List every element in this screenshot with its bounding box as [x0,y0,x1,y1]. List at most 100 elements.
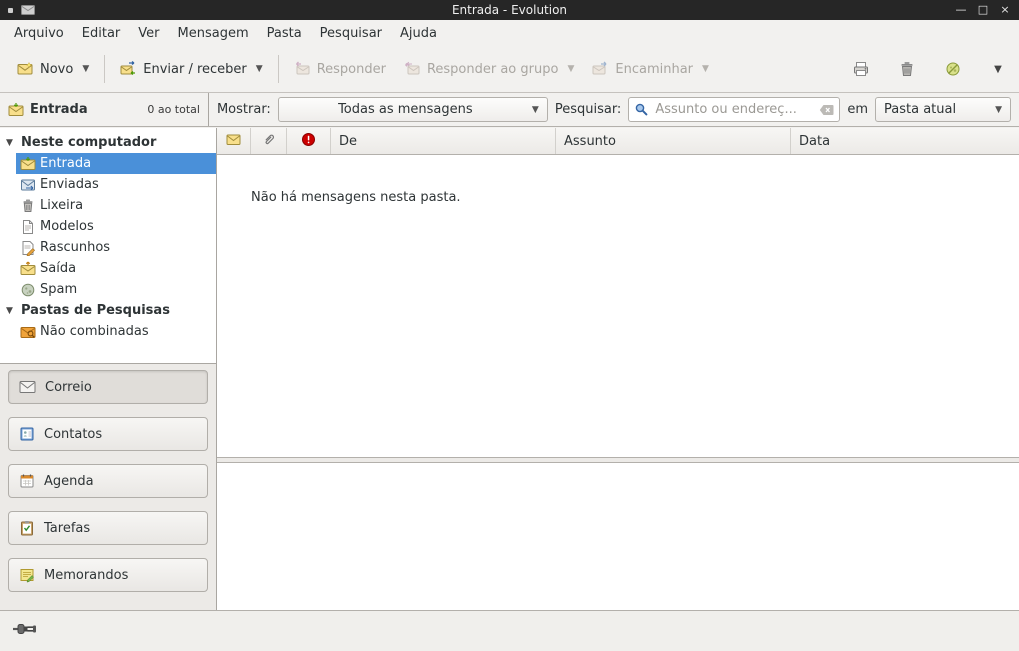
reply-all-icon [404,61,420,77]
menu-pesquisar[interactable]: Pesquisar [312,23,390,44]
switcher-tasks-button[interactable]: Tarefas [8,511,208,545]
close-button[interactable]: × [997,1,1013,19]
toolbar-overflow-button[interactable]: ▼ [985,54,1011,84]
folder-spam[interactable]: Spam [16,279,216,300]
delete-button[interactable] [889,52,925,86]
new-button-label: Novo [40,62,73,77]
folder-enviadas[interactable]: Enviadas [16,174,216,195]
switcher-calendar-button[interactable]: Agenda [8,464,208,498]
clear-search-icon[interactable] [819,104,834,116]
folder-label: Não combinadas [40,324,149,339]
reply-label: Responder [317,62,386,77]
print-button[interactable] [843,52,879,86]
spam-icon [20,282,36,298]
inbox-icon [20,156,36,172]
column-from[interactable]: De [331,128,556,154]
switcher-memos-button[interactable]: Memorandos [8,558,208,592]
chevron-down-icon[interactable]: ▼ [256,64,263,74]
folder-label: Rascunhos [40,240,110,255]
forward-button[interactable]: Encaminhar ▼ [583,54,718,84]
tree-group-search-folders[interactable]: ▼ Pastas de Pesquisas [0,300,216,321]
folder-saida[interactable]: Saída [16,258,216,279]
send-receive-label: Enviar / receber [143,62,247,77]
reply-group-button[interactable]: Responder ao grupo ▼ [395,54,583,84]
menu-ajuda[interactable]: Ajuda [392,23,445,44]
show-filter-dropdown[interactable]: Todas as mensagens ▼ [278,97,548,122]
trash-icon [20,198,36,214]
reply-group-label: Responder ao grupo [427,62,559,77]
switcher-label: Memorandos [44,568,128,583]
content-area: ▼ Neste computador Entrada Enviadas [0,128,1019,610]
column-important[interactable] [287,128,331,154]
folder-rascunhos[interactable]: Rascunhos [16,237,216,258]
switcher-label: Correio [45,380,92,395]
folder-nao-combinadas[interactable]: Não combinadas [16,321,216,342]
switcher-mail-button[interactable]: Correio [8,370,208,404]
expander-icon[interactable]: ▼ [6,138,16,148]
search-icon[interactable] [634,102,649,117]
folder-modelos[interactable]: Modelos [16,216,216,237]
column-date[interactable]: Data [791,128,1019,154]
chevron-down-icon[interactable]: ▼ [567,64,574,74]
reply-button[interactable]: Responder [285,54,395,84]
column-subject[interactable]: Assunto [556,128,791,154]
menu-mensagem[interactable]: Mensagem [170,23,257,44]
in-label: em [847,102,868,117]
document-icon [20,219,36,235]
folder-entrada[interactable]: Entrada [16,153,216,174]
chevron-down-icon: ▼ [532,105,539,115]
new-button[interactable]: Novo ▼ [8,54,98,84]
view-switcher: Correio Contatos Agenda [0,364,216,610]
calendar-icon [19,473,35,489]
important-icon [301,132,316,151]
search-scope-dropdown[interactable]: Pasta atual ▼ [875,97,1011,122]
online-status-button[interactable] [12,620,46,642]
column-attachment[interactable] [251,128,287,154]
memos-icon [19,567,35,583]
menu-pasta[interactable]: Pasta [259,23,310,44]
folder-label: Entrada [40,156,91,171]
printer-icon [852,60,870,78]
filterbar: Entrada 0 ao total Mostrar: Todas as men… [0,92,1019,127]
window-controls: — □ × [949,1,1019,19]
outbox-icon [20,261,36,277]
toolbar-separator [278,55,279,83]
toolbar: Novo ▼ Enviar / receber ▼ Responder Resp… [0,46,1019,92]
chevron-down-icon: ▼ [995,105,1002,115]
folder-label: Saída [40,261,76,276]
expander-icon[interactable]: ▼ [6,306,16,316]
search-box [628,97,840,122]
maximize-button[interactable]: □ [975,1,991,19]
junk-button[interactable] [935,52,971,86]
app-dot-icon [8,8,13,13]
drafts-icon [20,240,36,256]
new-mail-icon [17,61,33,77]
contacts-icon [19,426,35,442]
send-receive-button[interactable]: Enviar / receber ▼ [111,54,271,84]
folder-lixeira[interactable]: Lixeira [16,195,216,216]
search-scope-value: Pasta atual [884,102,987,117]
window-title: Entrada - Evolution [70,3,949,17]
folder-header: Entrada 0 ao total [0,93,209,126]
inbox-icon [8,102,24,118]
preview-pane [217,463,1019,610]
menu-arquivo[interactable]: Arquivo [6,23,72,44]
search-input[interactable] [653,101,815,118]
switcher-label: Contatos [44,427,102,442]
tasks-icon [19,520,35,536]
toolbar-separator [104,55,105,83]
search-label: Pesquisar: [555,102,622,117]
switcher-contacts-button[interactable]: Contatos [8,417,208,451]
tree-group-label: Neste computador [21,135,156,150]
mail-icon [19,380,36,394]
folder-label: Modelos [40,219,94,234]
folder-tree: ▼ Neste computador Entrada Enviadas [0,128,216,364]
column-status[interactable] [217,128,251,154]
menu-editar[interactable]: Editar [74,23,129,44]
statusbar [0,610,1019,651]
tree-group-computer[interactable]: ▼ Neste computador [0,132,216,153]
chevron-down-icon[interactable]: ▼ [82,64,89,74]
minimize-button[interactable]: — [953,1,969,19]
chevron-down-icon[interactable]: ▼ [702,64,709,74]
menu-ver[interactable]: Ver [130,23,167,44]
